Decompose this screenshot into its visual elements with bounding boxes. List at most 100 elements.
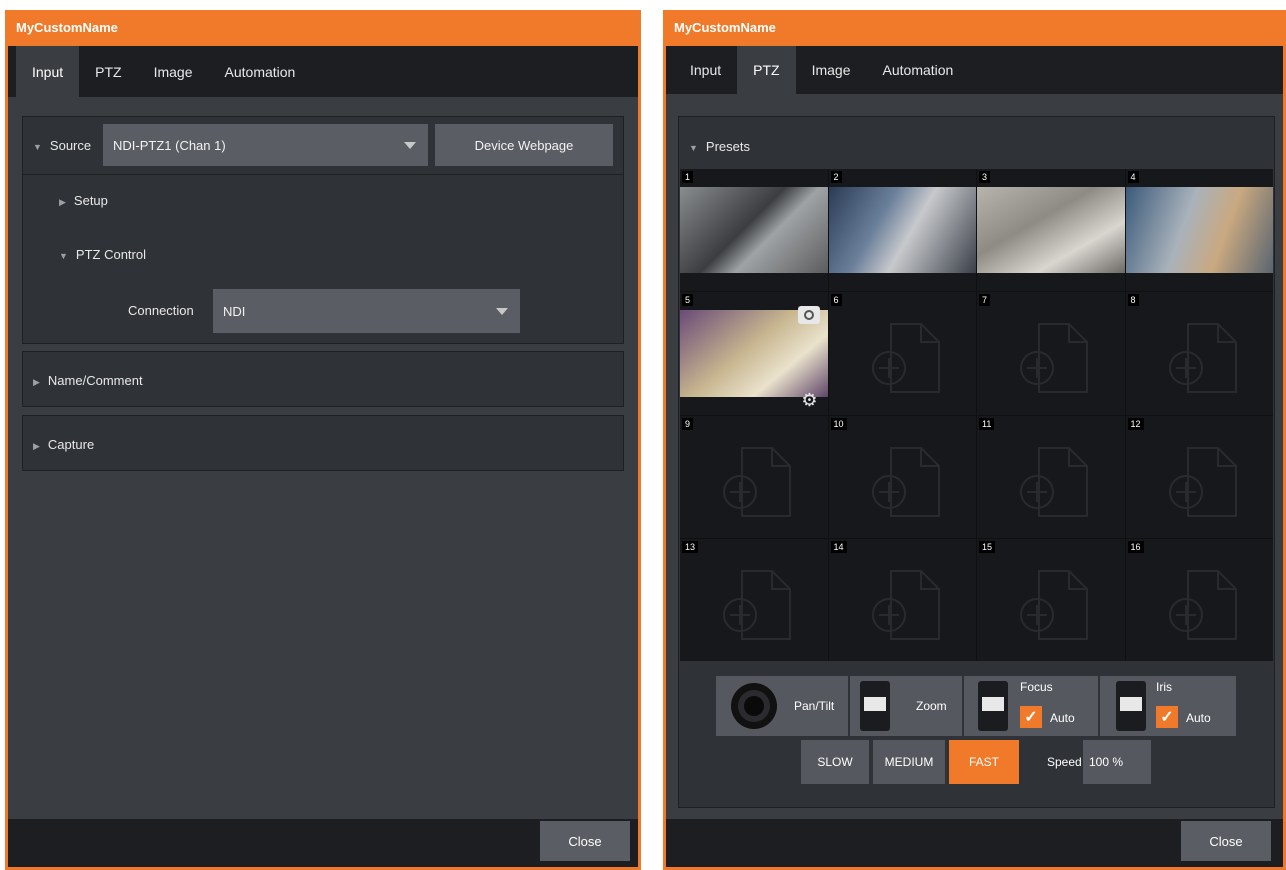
- preset-number: 12: [1127, 417, 1144, 430]
- connection-dropdown[interactable]: NDI: [213, 289, 520, 333]
- preset-slot-1[interactable]: 1: [680, 169, 828, 292]
- close-button[interactable]: Close: [1181, 821, 1271, 861]
- gear-icon[interactable]: ⚙: [801, 390, 817, 411]
- tab-input[interactable]: Input: [16, 46, 80, 97]
- preset-thumbnail[interactable]: [828, 187, 976, 274]
- preset-number: 4: [1127, 171, 1139, 183]
- add-preset-icon: [1166, 442, 1246, 522]
- window-title: MyCustomName: [8, 10, 638, 46]
- tab-image[interactable]: Image: [138, 46, 209, 97]
- expanded-triangle-icon[interactable]: ▼: [33, 142, 42, 152]
- footer-bar: Close: [8, 819, 638, 867]
- focus-control[interactable]: Focus ✓ Auto: [964, 676, 1098, 736]
- tab-input[interactable]: Input: [674, 46, 737, 94]
- add-preset-icon: [869, 318, 949, 398]
- tab-ptz[interactable]: PTZ: [79, 46, 137, 97]
- add-preset-icon: [720, 442, 800, 522]
- focus-auto-label: Auto: [1050, 711, 1075, 725]
- preset-slot-3[interactable]: 3: [977, 169, 1125, 292]
- preset-slot-6[interactable]: 6: [828, 292, 976, 415]
- preset-slot-12[interactable]: 12: [1125, 415, 1273, 538]
- preset-slot-10[interactable]: 10: [828, 415, 976, 538]
- input-config-window: MyCustomName Input PTZ Image Automation …: [5, 10, 641, 870]
- expanded-triangle-icon: ▼: [689, 143, 698, 153]
- chevron-down-icon: [496, 308, 508, 315]
- preset-slot-5[interactable]: 5 ⚙: [680, 292, 828, 415]
- preset-slot-7[interactable]: 7: [977, 292, 1125, 415]
- preset-number: 5: [682, 294, 694, 307]
- pan-tilt-label: Pan/Tilt: [794, 699, 835, 713]
- close-button[interactable]: Close: [540, 821, 630, 861]
- preset-number: 10: [830, 417, 847, 430]
- preset-slot-11[interactable]: 11: [977, 415, 1125, 538]
- preset-number: 8: [1127, 294, 1139, 307]
- iris-auto-label: Auto: [1186, 711, 1211, 725]
- preset-number: 14: [830, 540, 847, 553]
- tab-image[interactable]: Image: [796, 46, 867, 94]
- capture-label: Capture: [47, 437, 95, 452]
- iris-label: Iris: [1156, 680, 1172, 694]
- add-preset-icon: [869, 565, 949, 645]
- window-title: MyCustomName: [666, 10, 1283, 46]
- presets-panel: ▼ Presets 1 2 3 4 5 ⚙ 6 7 8 9 10 11 12 13 14 15 16 Pan/Ti…: [678, 116, 1275, 808]
- add-preset-icon: [1017, 318, 1097, 398]
- medium-speed-button[interactable]: MEDIUM: [873, 740, 945, 784]
- preset-number: 3: [979, 171, 991, 183]
- ptz-control-section-toggle[interactable]: ▼ PTZ Control: [59, 247, 146, 262]
- presets-section-toggle[interactable]: ▼ Presets: [689, 139, 750, 154]
- iris-auto-checkbox[interactable]: ✓: [1156, 706, 1178, 728]
- device-webpage-button[interactable]: Device Webpage: [435, 124, 613, 166]
- preset-slot-4[interactable]: 4: [1125, 169, 1273, 292]
- slow-speed-button[interactable]: SLOW: [801, 740, 869, 784]
- preset-number: 7: [979, 294, 991, 307]
- ptz-control-label: PTZ Control: [75, 247, 146, 262]
- capture-section[interactable]: ▶ Capture: [22, 415, 624, 471]
- iris-rocker-icon: [1116, 681, 1146, 731]
- focus-auto-checkbox[interactable]: ✓: [1020, 706, 1042, 728]
- tab-ptz[interactable]: PTZ: [737, 46, 796, 94]
- preset-thumbnail[interactable]: [680, 187, 828, 274]
- fast-speed-button[interactable]: FAST: [949, 740, 1019, 784]
- tab-automation[interactable]: Automation: [209, 46, 312, 97]
- connection-label: Connection: [128, 303, 194, 318]
- pan-tilt-control[interactable]: Pan/Tilt: [716, 676, 848, 736]
- preset-slot-9[interactable]: 9: [680, 415, 828, 538]
- add-preset-icon: [1166, 565, 1246, 645]
- ptz-config-window: MyCustomName Input PTZ Image Automation …: [663, 10, 1286, 870]
- preset-thumbnail[interactable]: [1125, 187, 1273, 274]
- tab-bar: Input PTZ Image Automation: [8, 46, 638, 97]
- collapsed-triangle-icon: ▶: [59, 197, 66, 207]
- tab-automation[interactable]: Automation: [867, 46, 970, 94]
- source-dropdown[interactable]: NDI-PTZ1 (Chan 1): [103, 124, 428, 166]
- camera-icon[interactable]: [797, 306, 820, 325]
- source-label: Source: [49, 138, 92, 153]
- preset-number: 11: [979, 417, 995, 430]
- collapsed-triangle-icon: ▶: [33, 377, 40, 387]
- setup-section-toggle[interactable]: ▶ Setup: [59, 193, 108, 208]
- add-preset-icon: [1017, 442, 1097, 522]
- preset-slot-14[interactable]: 14: [828, 538, 976, 661]
- preset-slot-8[interactable]: 8: [1125, 292, 1273, 415]
- speed-value-field[interactable]: 100 %: [1083, 740, 1151, 784]
- preset-slot-2[interactable]: 2: [828, 169, 976, 292]
- iris-control[interactable]: Iris ✓ Auto: [1100, 676, 1236, 736]
- preset-number: 16: [1127, 540, 1144, 553]
- focus-rocker-icon: [978, 681, 1008, 731]
- preset-slot-16[interactable]: 16: [1125, 538, 1273, 661]
- joystick-icon: [731, 683, 777, 729]
- preset-slot-13[interactable]: 13: [680, 538, 828, 661]
- collapsed-triangle-icon: ▶: [33, 441, 40, 451]
- preset-number: 13: [682, 540, 699, 553]
- zoom-control[interactable]: Zoom: [850, 676, 962, 736]
- preset-grid: 1 2 3 4 5 ⚙ 6 7 8 9 10 11 12 13 14 15 16: [680, 169, 1273, 661]
- source-row: ▼ Source NDI-PTZ1 (Chan 1) Device Webpage: [23, 117, 623, 175]
- add-preset-icon: [720, 565, 800, 645]
- preset-thumbnail[interactable]: [977, 187, 1125, 274]
- preset-number: 2: [830, 171, 842, 183]
- connection-value: NDI: [223, 303, 246, 319]
- preset-slot-15[interactable]: 15: [977, 538, 1125, 661]
- chevron-down-icon: [404, 142, 416, 149]
- preset-number: 15: [979, 540, 996, 553]
- tab-bar: Input PTZ Image Automation: [666, 46, 1283, 94]
- name-comment-section[interactable]: ▶ Name/Comment: [22, 351, 624, 407]
